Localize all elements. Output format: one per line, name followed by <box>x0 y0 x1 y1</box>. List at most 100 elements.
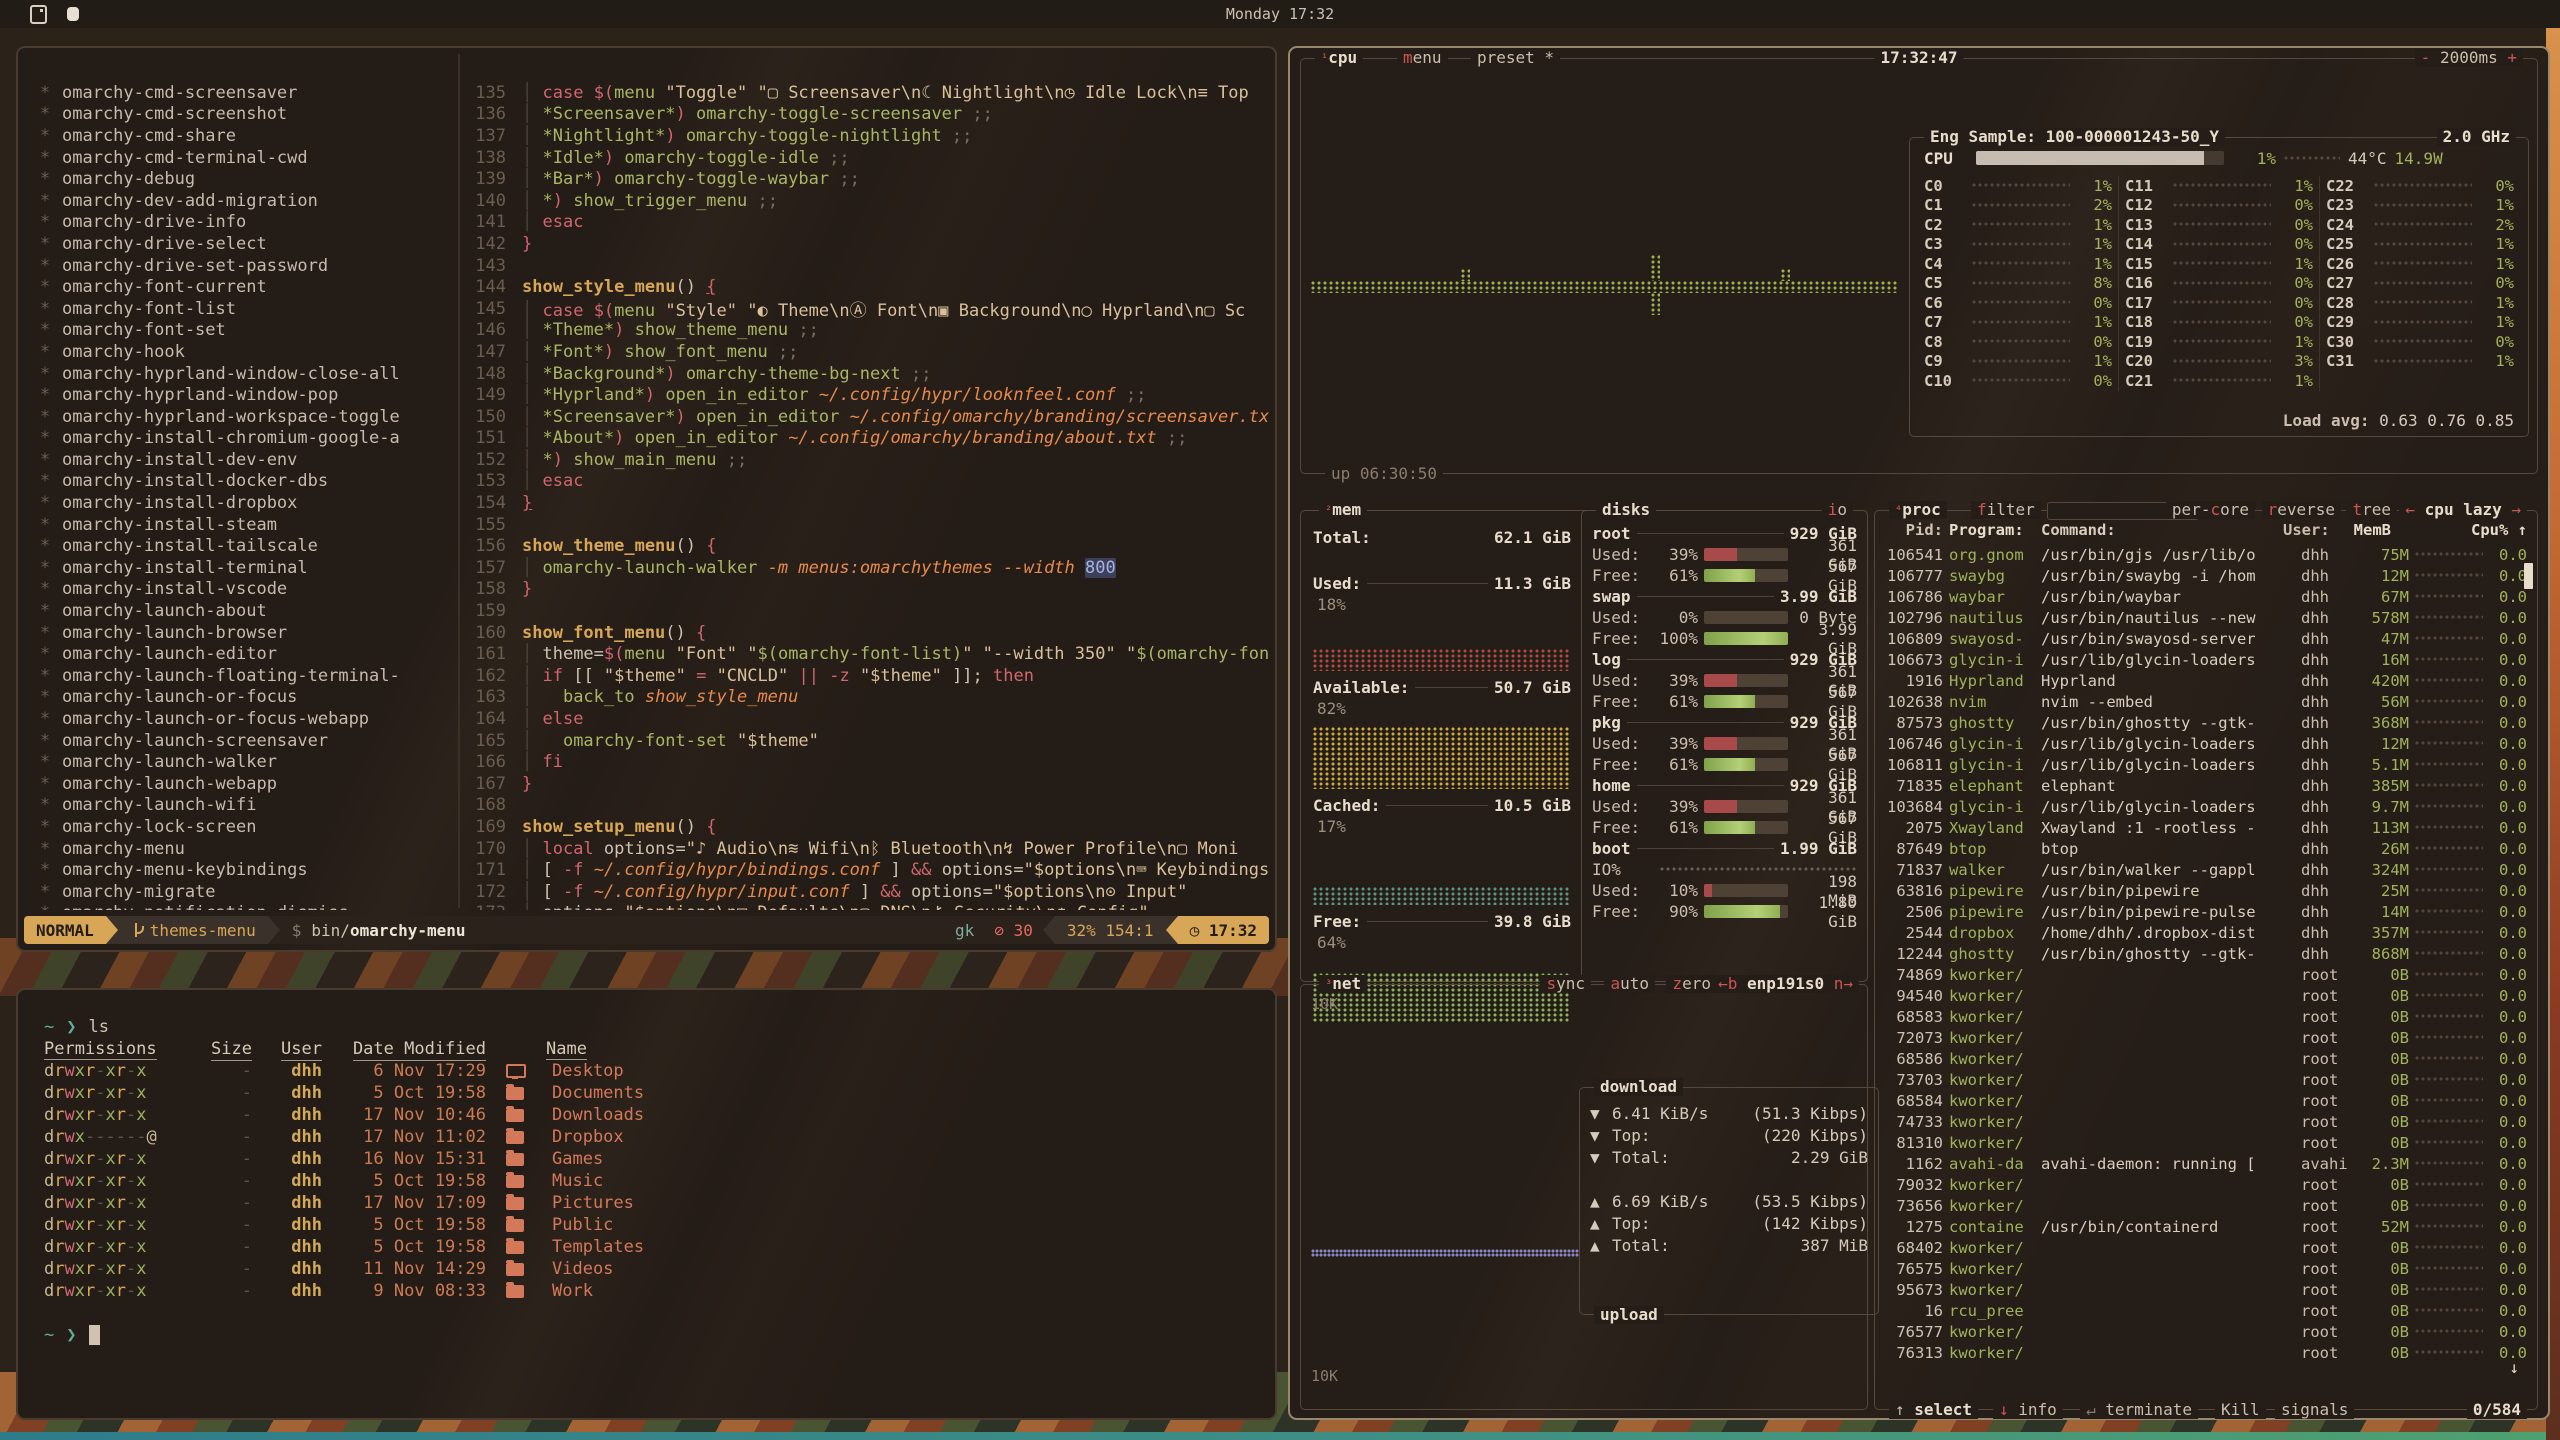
file-tree-item[interactable]: * omarchy-font-list <box>28 298 452 320</box>
process-row[interactable]: 106811 glycin-i /usr/lib/glycin-loaders … <box>1885 754 2527 775</box>
process-row[interactable]: 81310 kworker/ root 0B 0.0 <box>1885 1132 2527 1153</box>
process-row[interactable]: 71837 walker /usr/bin/walker --gappl dhh… <box>1885 859 2527 880</box>
git-branch[interactable]: themes-menu <box>118 916 268 944</box>
process-row[interactable]: 1275 containe /usr/bin/containerd root 5… <box>1885 1216 2527 1237</box>
net-auto-button[interactable]: auto <box>1604 975 1655 993</box>
file-tree-item[interactable]: * omarchy-launch-webapp <box>28 773 452 795</box>
process-row[interactable]: 95673 kworker/ root 0B 0.0 <box>1885 1279 2527 1300</box>
process-row[interactable]: 87649 btop btop dhh 26M 0.0 <box>1885 838 2527 859</box>
filter-button[interactable]: filter <box>1971 501 2041 519</box>
file-tree-item[interactable]: * omarchy-menu-keybindings <box>28 859 452 881</box>
process-row[interactable]: 2544 dropbox /home/dhh/.dropbox-dist dhh… <box>1885 922 2527 943</box>
select-key[interactable]: ↑ select <box>1889 1401 1978 1419</box>
file-tree-item[interactable]: * omarchy-install-dev-env <box>28 449 452 471</box>
process-row[interactable]: 102796 nautilus /usr/bin/nautilus --new … <box>1885 607 2527 628</box>
file-tree-item[interactable]: * omarchy-cmd-share <box>28 125 452 147</box>
file-tree-item[interactable]: * omarchy-font-set <box>28 320 452 342</box>
signals-key[interactable]: signals <box>2275 1401 2354 1419</box>
process-row[interactable]: 79032 kworker/ root 0B 0.0 <box>1885 1174 2527 1195</box>
net-interface[interactable]: ←b enp191s0 n→ <box>1712 975 1859 993</box>
process-row[interactable]: 1162 avahi-da avahi-daemon: running [ av… <box>1885 1153 2527 1174</box>
prompt-line-empty[interactable]: ~❯ <box>44 1324 1275 1346</box>
process-row[interactable]: 72073 kworker/ root 0B 0.0 <box>1885 1027 2527 1048</box>
file-tree-item[interactable]: * omarchy-launch-browser <box>28 622 452 644</box>
per-core-toggle[interactable]: per-core <box>2166 501 2255 519</box>
process-row[interactable]: 74733 kworker/ root 0B 0.0 <box>1885 1111 2527 1132</box>
process-row[interactable]: 102638 nvim nvim --embed dhh 56M 0.0 <box>1885 691 2527 712</box>
file-tree-item[interactable]: * omarchy-debug <box>28 168 452 190</box>
process-row[interactable]: 68583 kworker/ root 0B 0.0 <box>1885 1006 2527 1027</box>
directory-name[interactable]: Downloads <box>546 1104 644 1126</box>
process-row[interactable]: 12244 ghostty /usr/bin/ghostty --gtk- dh… <box>1885 943 2527 964</box>
process-row[interactable]: 106777 swaybg /usr/bin/swaybg -i /hom dh… <box>1885 565 2527 586</box>
file-tree-item[interactable]: * omarchy-hyprland-window-close-all <box>28 363 452 385</box>
reverse-toggle[interactable]: reverse <box>2262 501 2341 519</box>
process-row[interactable]: 94540 kworker/ root 0B 0.0 <box>1885 985 2527 1006</box>
directory-name[interactable]: Music <box>546 1170 603 1192</box>
cpu-box-title[interactable]: ¹cpu <box>1315 49 1363 67</box>
process-row[interactable]: 68586 kworker/ root 0B 0.0 <box>1885 1048 2527 1069</box>
process-row[interactable]: 68584 kworker/ root 0B 0.0 <box>1885 1090 2527 1111</box>
file-tree-item[interactable]: * omarchy-install-tailscale <box>28 535 452 557</box>
clock[interactable]: Monday 17:32 <box>1226 5 1334 23</box>
directory-name[interactable]: Public <box>546 1214 613 1236</box>
directory-name[interactable]: Games <box>546 1148 603 1170</box>
workspace-number[interactable] <box>139 5 159 23</box>
proc-scrollbar[interactable] <box>2524 563 2533 589</box>
process-row[interactable]: 1916 Hyprland Hyprland dhh 420M 0.0 <box>1885 670 2527 691</box>
process-row[interactable]: 106786 waybar /usr/bin/waybar dhh 67M 0.… <box>1885 586 2527 607</box>
file-tree-item[interactable]: * omarchy-install-terminal <box>28 557 452 579</box>
sort-selector[interactable]: ← cpu lazy → <box>2399 501 2527 519</box>
update-interval[interactable]: - 2000ms + <box>2415 49 2523 67</box>
process-row[interactable]: 106673 glycin-i /usr/lib/glycin-loaders … <box>1885 649 2527 670</box>
file-tree-item[interactable]: * omarchy-install-vscode <box>28 579 452 601</box>
directory-name[interactable]: Templates <box>546 1236 644 1258</box>
proc-box-title[interactable]: ⁴proc <box>1889 501 1947 519</box>
file-tree-item[interactable]: * omarchy-install-dropbox <box>28 492 452 514</box>
tree-toggle[interactable]: tree <box>2346 501 2397 519</box>
directory-name[interactable]: Dropbox <box>546 1126 624 1148</box>
process-row[interactable]: 71835 elephant elephant dhh 385M 0.0 <box>1885 775 2527 796</box>
file-tree-item[interactable]: * omarchy-launch-editor <box>28 643 452 665</box>
workspace-active-indicator[interactable] <box>67 7 79 21</box>
directory-name[interactable]: Documents <box>546 1082 644 1104</box>
process-row[interactable]: 103684 glycin-i /usr/lib/glycin-loaders … <box>1885 796 2527 817</box>
process-row[interactable]: 74869 kworker/ root 0B 0.0 <box>1885 964 2527 985</box>
menu-button[interactable]: menu <box>1397 49 1448 67</box>
file-tree-item[interactable]: * omarchy-migrate <box>28 881 452 903</box>
net-zero-button[interactable]: zero <box>1666 975 1717 993</box>
directory-name[interactable]: Pictures <box>546 1192 634 1214</box>
file-tree-item[interactable]: * omarchy-drive-info <box>28 212 452 234</box>
process-row[interactable]: 76577 kworker/ root 0B 0.0 <box>1885 1321 2527 1342</box>
file-tree-item[interactable]: * omarchy-launch-about <box>28 600 452 622</box>
file-tree-item[interactable]: * omarchy-launch-wifi <box>28 795 452 817</box>
disks-title[interactable]: disks <box>1596 501 1656 519</box>
file-tree-item[interactable]: * omarchy-cmd-terminal-cwd <box>28 147 452 169</box>
file-tree-item[interactable]: * omarchy-lock-screen <box>28 816 452 838</box>
file-tree-item[interactable]: * omarchy-launch-floating-terminal- <box>28 665 452 687</box>
file-tree-item[interactable]: * omarchy-cmd-screensaver <box>28 82 452 104</box>
info-key[interactable]: ↓ info <box>1993 1401 2063 1419</box>
file-tree-item[interactable]: * omarchy-hyprland-workspace-toggle <box>28 406 452 428</box>
process-row[interactable]: 76313 kworker/ root 0B 0.0 <box>1885 1342 2527 1363</box>
process-row[interactable]: 63816 pipewire /usr/bin/pipewire dhh 25M… <box>1885 880 2527 901</box>
workspace-number[interactable] <box>159 5 179 23</box>
file-tree-item[interactable]: * omarchy-install-chromium-google-a <box>28 428 452 450</box>
file-tree-item[interactable]: * omarchy-font-current <box>28 276 452 298</box>
file-tree-item[interactable]: * omarchy-menu <box>28 838 452 860</box>
active-window-icon[interactable] <box>30 5 47 24</box>
preset-button[interactable]: preset * <box>1471 49 1560 67</box>
process-row[interactable]: 73703 kworker/ root 0B 0.0 <box>1885 1069 2527 1090</box>
process-row[interactable]: 106746 glycin-i /usr/lib/glycin-loaders … <box>1885 733 2527 754</box>
process-row[interactable]: 106541 org.gnom /usr/bin/gjs /usr/lib/o … <box>1885 544 2527 565</box>
net-sync-button[interactable]: sync <box>1540 975 1591 993</box>
file-tree-item[interactable]: * omarchy-dev-add-migration <box>28 190 452 212</box>
directory-name[interactable]: Work <box>546 1280 593 1302</box>
process-row[interactable]: 76575 kworker/ root 0B 0.0 <box>1885 1258 2527 1279</box>
diagnostics-count[interactable]: ⊘ 30 <box>984 921 1043 940</box>
process-row[interactable]: 68402 kworker/ root 0B 0.0 <box>1885 1237 2527 1258</box>
process-row[interactable]: 106809 swayosd- /usr/bin/swayosd-server … <box>1885 628 2527 649</box>
process-row[interactable]: 16 rcu_pree root 0B 0.0 <box>1885 1300 2527 1321</box>
kill-key[interactable]: Kill <box>2215 1401 2266 1419</box>
file-tree-item[interactable]: * omarchy-drive-set-password <box>28 255 452 277</box>
